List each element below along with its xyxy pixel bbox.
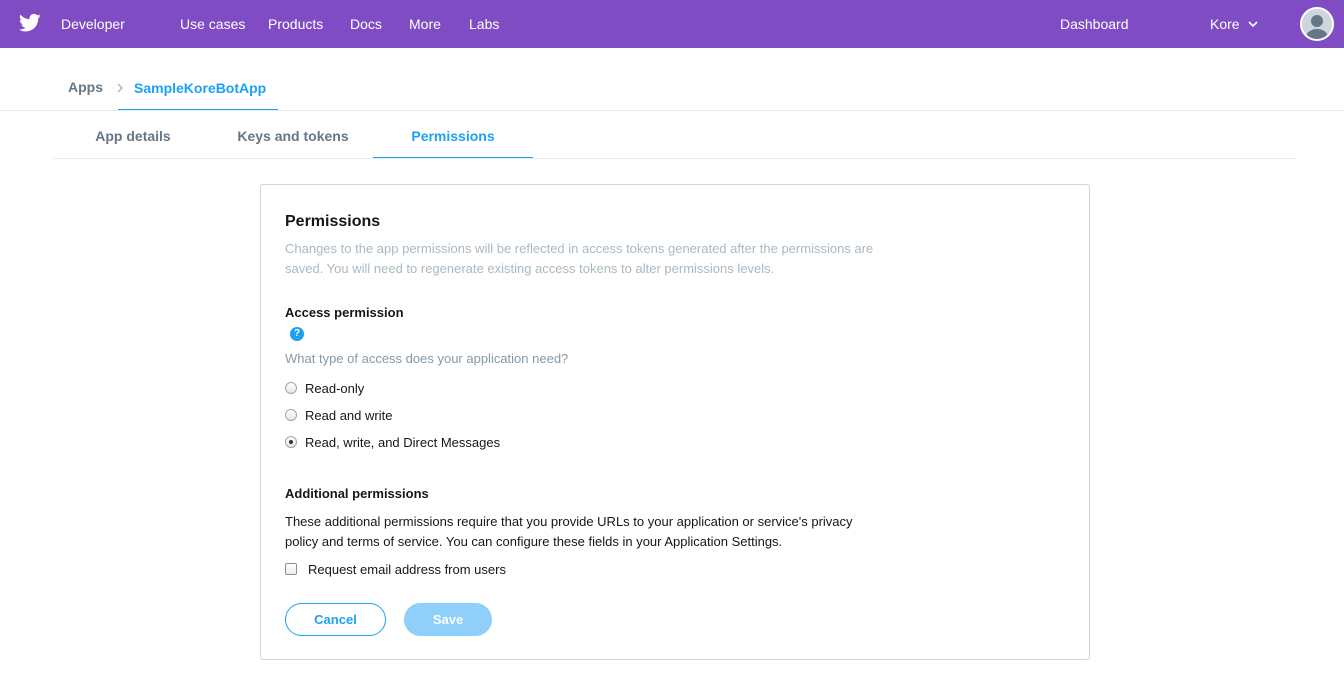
tab-keys-and-tokens[interactable]: Keys and tokens — [213, 112, 373, 159]
request-email-checkbox[interactable] — [285, 563, 297, 575]
radio-label: Read and write — [305, 407, 393, 423]
breadcrumb-apps[interactable]: Apps — [68, 79, 103, 95]
twitter-bird-icon[interactable] — [19, 13, 41, 33]
breadcrumb-current-app[interactable]: SampleKoreBotApp — [118, 68, 278, 111]
radio-read-write[interactable]: Read and write — [285, 405, 392, 425]
nav-link-more[interactable]: More — [409, 0, 441, 48]
top-nav: Developer Use cases Products Docs More L… — [0, 0, 1344, 48]
breadcrumb-divider — [0, 110, 1344, 111]
nav-link-use-cases[interactable]: Use cases — [180, 0, 245, 48]
default-avatar-icon — [1302, 9, 1332, 39]
request-email-label: Request email address from users — [308, 561, 506, 577]
permissions-title: Permissions — [285, 213, 381, 230]
request-email-row[interactable]: Request email address from users — [285, 559, 506, 579]
permissions-description: Changes to the app permissions will be r… — [285, 241, 874, 276]
nav-link-docs[interactable]: Docs — [350, 0, 382, 48]
radio-label: Read-only — [305, 380, 365, 396]
chevron-down-icon[interactable] — [1248, 20, 1258, 28]
brand-link[interactable]: Developer — [61, 0, 125, 48]
radio-button[interactable] — [285, 409, 297, 421]
tabs-divider — [53, 158, 1297, 159]
radio-label: Read, write, and Direct Messages — [305, 434, 501, 450]
dashboard-link[interactable]: Dashboard — [1060, 0, 1129, 48]
additional-permissions-heading: Additional permissions — [285, 486, 429, 501]
user-menu[interactable]: Kore — [1210, 0, 1240, 48]
radio-button[interactable] — [285, 382, 297, 394]
access-question: What type of access does your applicatio… — [285, 351, 569, 366]
tab-permissions[interactable]: Permissions — [373, 112, 533, 159]
access-permission-heading: Access permission — [285, 305, 404, 320]
avatar[interactable] — [1300, 7, 1334, 41]
save-button[interactable]: Save — [404, 603, 492, 636]
additional-permissions-body: These additional permissions require tha… — [285, 514, 853, 549]
nav-link-products[interactable]: Products — [268, 0, 323, 48]
permissions-card: Permissions Changes to the app permissio… — [260, 184, 1090, 660]
nav-link-labs[interactable]: Labs — [469, 0, 499, 48]
tab-app-details[interactable]: App details — [53, 112, 213, 159]
cancel-button[interactable]: Cancel — [285, 603, 386, 636]
help-icon[interactable]: ? — [290, 327, 304, 341]
radio-read-write-dm[interactable]: Read, write, and Direct Messages — [285, 432, 500, 452]
radio-read-only[interactable]: Read-only — [285, 378, 364, 398]
radio-button-selected[interactable] — [285, 436, 297, 448]
